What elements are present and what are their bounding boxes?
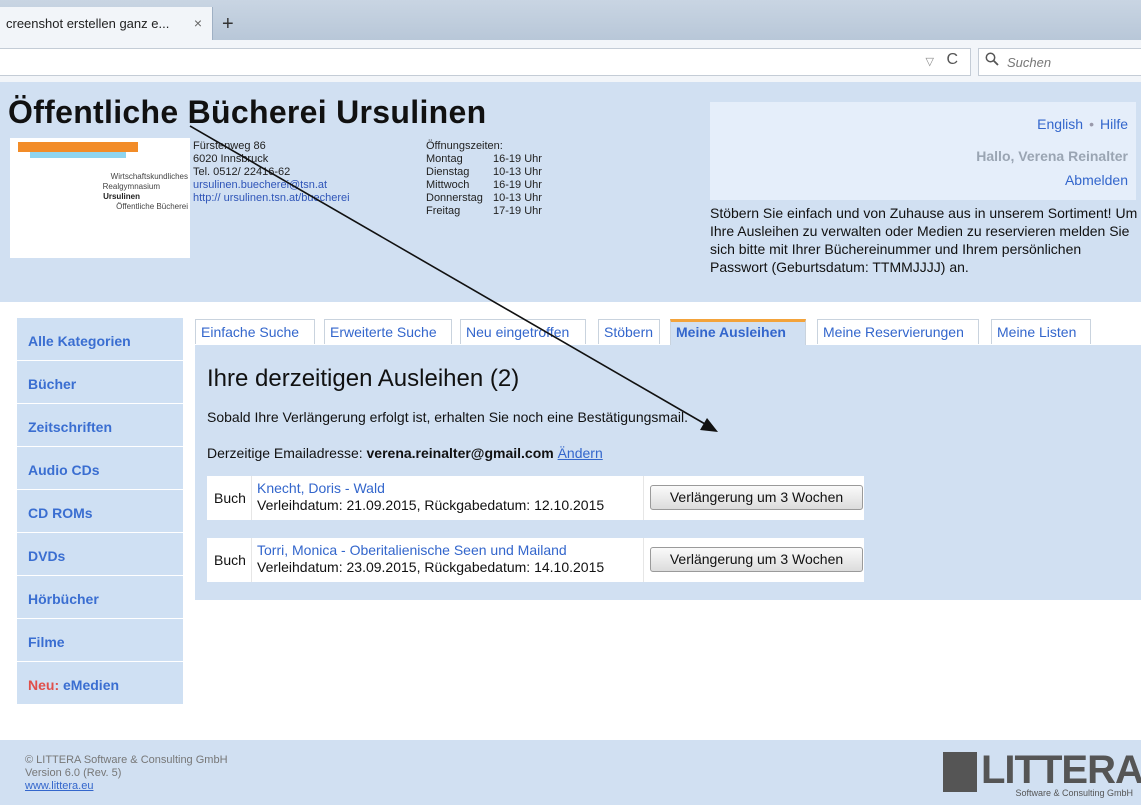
search-input[interactable]: Suchen [978, 48, 1141, 76]
tab-erweiterte-suche[interactable]: Erweiterte Suche [324, 319, 452, 344]
logo-line: Ursulinen [103, 192, 140, 201]
hours-time: 16-19 Uhr [493, 153, 542, 165]
hours-day: Freitag [426, 205, 461, 217]
hours-time: 10-13 Uhr [493, 192, 542, 204]
browser-tab-bar: creenshot erstellen ganz e... × + [0, 0, 1141, 40]
help-link[interactable]: Hilfe [1100, 116, 1128, 132]
footer-copyright: © LITTERA Software & Consulting GmbH Ver… [25, 754, 228, 793]
sidebar-item-label: eMedien [63, 677, 120, 693]
library-address: Fürstenweg 86 6020 Innsbruck Tel. 0512/ … [193, 140, 350, 205]
littera-link[interactable]: www.littera.eu [25, 780, 93, 792]
change-email-link[interactable]: Ändern [558, 445, 603, 461]
hours-time: 17-19 Uhr [493, 205, 542, 217]
tab-einfache-suche[interactable]: Einfache Suche [195, 319, 315, 344]
tab-meine-listen[interactable]: Meine Listen [991, 319, 1091, 344]
search-icon [985, 52, 999, 69]
logo-subtitle: Software & Consulting GmbH [1015, 788, 1133, 798]
separator: • [1089, 116, 1094, 132]
sidebar-item-emedien[interactable]: Neu: eMedien [17, 662, 183, 705]
hours-day: Donnerstag [426, 192, 483, 204]
version-text: Version 6.0 (Rev. 5) [25, 767, 122, 779]
site-header: Öffentliche Bücherei Ursulinen Wirtschaf… [0, 82, 1141, 302]
browser-toolbar: ▽ C Suchen [0, 40, 1141, 83]
renewal-notice: Sobald Ihre Verlängerung erfolgt ist, er… [207, 409, 688, 425]
loan-dates: Verleihdatum: 21.09.2015, Rückgabedatum:… [257, 497, 605, 513]
user-email: verena.reinalter@gmail.com [366, 445, 554, 461]
email-line: Derzeitige Emailadresse: verena.reinalte… [207, 445, 603, 461]
library-logo: Wirtschaftskundliches Realgymnasium Ursu… [10, 138, 190, 258]
hours-day: Mittwoch [426, 179, 470, 191]
logo-line: Realgymnasium [102, 182, 160, 191]
page-title: Ihre derzeitigen Ausleihen (2) [207, 365, 520, 392]
email-link[interactable]: ursulinen.buecherei@tsn.at [193, 179, 327, 191]
website-link[interactable]: http:// ursulinen.tsn.at/buecherei [193, 192, 350, 204]
hours-day: Montag [426, 153, 463, 165]
loan-type: Buch [214, 552, 246, 568]
language-help-links: English • Hilfe [1037, 116, 1128, 132]
sidebar-item-cd-roms[interactable]: CD ROMs [17, 490, 183, 533]
opening-hours: Öffnungszeiten: Montag 16-19 Uhr Dienstag… [426, 140, 542, 218]
loan-row: Buch Knecht, Doris - Wald Verleihdatum: … [207, 476, 864, 520]
logo-word: LITTERA [981, 748, 1141, 792]
copyright-text: © LITTERA Software & Consulting GmbH [25, 754, 228, 766]
new-badge: Neu: [28, 677, 60, 693]
address-line: Fürstenweg 86 [193, 140, 266, 152]
sidebar-item-buecher[interactable]: Bücher [17, 361, 183, 404]
browser-tab[interactable]: creenshot erstellen ganz e... × [0, 7, 213, 40]
sidebar-item-zeitschriften[interactable]: Zeitschriften [17, 404, 183, 447]
close-icon[interactable]: × [194, 15, 202, 31]
sidebar-item-dvds[interactable]: DVDs [17, 533, 183, 576]
address-line: 6020 Innsbruck [193, 153, 269, 165]
hours-label: Öffnungszeiten: [426, 140, 503, 152]
hours-time: 10-13 Uhr [493, 166, 542, 178]
loan-title-link[interactable]: Knecht, Doris - Wald [257, 480, 385, 496]
category-sidebar: Alle Kategorien Bücher Zeitschriften Aud… [17, 318, 183, 705]
renew-button[interactable]: Verlängerung um 3 Wochen [650, 547, 863, 572]
browser-tab-title: creenshot erstellen ganz e... [6, 16, 170, 31]
tab-meine-reservierungen[interactable]: Meine Reservierungen [817, 319, 979, 344]
renew-button[interactable]: Verlängerung um 3 Wochen [650, 485, 863, 510]
sidebar-item-alle-kategorien[interactable]: Alle Kategorien [17, 318, 183, 361]
address-phone: Tel. 0512/ 22416-62 [193, 166, 291, 178]
search-placeholder: Suchen [1007, 55, 1052, 70]
tab-stoebern[interactable]: Stöbern [598, 319, 660, 344]
sidebar-item-hoerbuecher[interactable]: Hörbücher [17, 576, 183, 619]
site-footer: © LITTERA Software & Consulting GmbH Ver… [0, 740, 1141, 805]
littera-logo: LITTERA Software & Consulting GmbH [943, 748, 1141, 800]
loan-title-link[interactable]: Torri, Monica - Oberitalienische Seen un… [257, 542, 567, 558]
tab-meine-ausleihen[interactable]: Meine Ausleihen [670, 319, 806, 345]
user-greeting: Hallo, Verena Reinalter [976, 148, 1128, 164]
loan-dates: Verleihdatum: 23.09.2015, Rückgabedatum:… [257, 559, 605, 575]
url-bar[interactable]: ▽ C [0, 48, 971, 76]
tab-neu-eingetroffen[interactable]: Neu eingetroffen [460, 319, 586, 344]
new-tab-button[interactable]: + [222, 13, 234, 36]
site-title: Öffentliche Bücherei Ursulinen [8, 94, 487, 130]
hours-time: 16-19 Uhr [493, 179, 542, 191]
logo-line: Wirtschaftskundliches [110, 172, 188, 181]
intro-text: Stöbern Sie einfach und von Zuhause aus … [710, 205, 1138, 275]
reload-icon[interactable]: C [946, 51, 958, 69]
logo-line: Öffentliche Bücherei [116, 202, 188, 211]
logout-link[interactable]: Abmelden [1065, 172, 1128, 188]
loan-row: Buch Torri, Monica - Oberitalienische Se… [207, 538, 864, 582]
user-box: English • Hilfe Hallo, Verena Reinalter Ab… [710, 102, 1136, 200]
hours-table: Montag 16-19 Uhr Dienstag 10-13 Uhr Mittwo… [426, 153, 542, 218]
loan-type: Buch [214, 490, 246, 506]
email-label: Derzeitige Emailadresse: [207, 445, 363, 461]
english-link[interactable]: English [1037, 116, 1083, 132]
sidebar-item-audio-cds[interactable]: Audio CDs [17, 447, 183, 490]
main-content: Ihre derzeitigen Ausleihen (2) Sobald Ih… [195, 345, 1141, 600]
dropdown-icon[interactable]: ▽ [926, 55, 934, 68]
sidebar-item-filme[interactable]: Filme [17, 619, 183, 662]
hours-day: Dienstag [426, 166, 470, 178]
